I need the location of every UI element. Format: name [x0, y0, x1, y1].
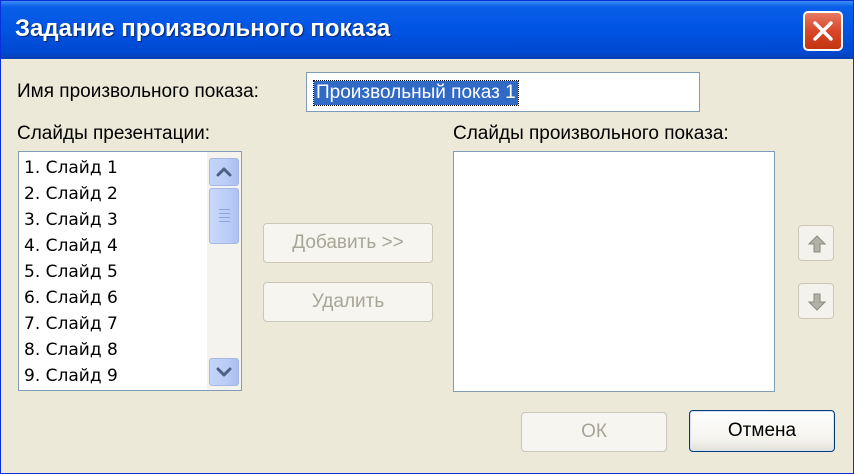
show-name-value: Произвольный показ 1	[313, 80, 519, 106]
move-up-button[interactable]	[798, 225, 834, 261]
move-up-arrow-icon	[807, 235, 827, 253]
cancel-button[interactable]: Отмена	[689, 410, 835, 452]
close-button[interactable]	[803, 11, 843, 51]
custom-show-slides-list[interactable]	[453, 151, 775, 392]
list-item[interactable]: 7. Слайд 7	[24, 311, 118, 337]
list-item[interactable]: 8. Слайд 8	[24, 337, 118, 363]
list-item[interactable]: 3. Слайд 3	[24, 207, 118, 233]
scroll-up-arrow-icon	[216, 167, 232, 177]
remove-button[interactable]: Удалить	[263, 282, 433, 322]
vertical-scrollbar[interactable]	[207, 152, 241, 390]
scroll-up-button[interactable]	[209, 158, 239, 186]
add-button[interactable]: Добавить >>	[263, 223, 433, 263]
scroll-down-button[interactable]	[209, 358, 239, 386]
list-item[interactable]: 1. Слайд 1	[24, 155, 118, 181]
list-item[interactable]: 6. Слайд 6	[24, 285, 118, 311]
title-bar[interactable]: Задание произвольного показа	[1, 1, 853, 59]
scroll-down-arrow-icon	[216, 367, 232, 377]
show-name-label: Имя произвольного показа:	[17, 81, 259, 102]
list-item[interactable]: 9. Слайд 9	[24, 363, 118, 389]
list-item[interactable]: 5. Слайд 5	[24, 259, 118, 285]
custom-show-slides-label: Слайды произвольного показа:	[453, 123, 729, 144]
scroll-thumb[interactable]	[209, 188, 239, 244]
close-icon	[813, 21, 833, 41]
presentation-slides-list[interactable]: 1. Слайд 1 2. Слайд 2 3. Слайд 3 4. Слай…	[18, 151, 242, 391]
list-item[interactable]: 2. Слайд 2	[24, 181, 118, 207]
show-name-input[interactable]: Произвольный показ 1	[306, 72, 700, 112]
move-down-arrow-icon	[807, 293, 827, 311]
presentation-slides-label: Слайды презентации:	[17, 123, 211, 144]
custom-show-dialog: Задание произвольного показа Имя произво…	[0, 0, 854, 474]
list-item[interactable]: 4. Слайд 4	[24, 233, 118, 259]
move-down-button[interactable]	[798, 283, 834, 319]
ok-button[interactable]: ОК	[521, 412, 667, 452]
dialog-title: Задание произвольного показа	[15, 15, 391, 42]
